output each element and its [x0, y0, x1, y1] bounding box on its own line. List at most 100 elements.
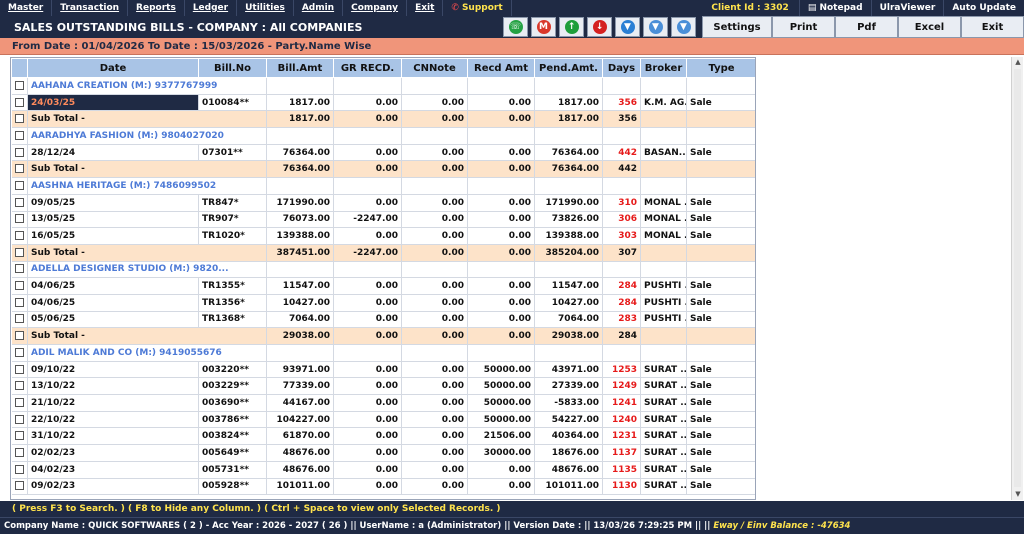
row-checkbox[interactable] — [14, 164, 24, 174]
row-checkbox[interactable] — [14, 447, 24, 457]
column-header[interactable]: GR RECD. — [333, 58, 402, 78]
row-checkbox[interactable] — [14, 180, 24, 190]
row-checkbox[interactable] — [14, 264, 24, 274]
bill-date[interactable]: 09/02/23 — [27, 478, 199, 496]
column-header[interactable]: Date — [27, 58, 199, 78]
party-row[interactable]: ADIL MALIK AND CO (M:) 9419055676 — [11, 344, 755, 362]
bill-date[interactable]: 04/06/25 — [27, 294, 199, 312]
bill-date[interactable]: 09/05/25 — [27, 194, 199, 212]
scroll-down-icon[interactable]: ▼ — [1012, 489, 1024, 500]
row-checkbox[interactable] — [14, 397, 24, 407]
row-checkbox[interactable] — [14, 414, 24, 424]
table-row[interactable]: 16/05/25 TR1020* 139388.00 0.00 0.00 0.00 1393… — [11, 227, 755, 245]
table-row[interactable]: 31/10/22 003824** 61870.00 0.00 0.00 21506.00… — [11, 427, 755, 446]
menu-company[interactable]: Company — [343, 0, 408, 16]
bill-date[interactable]: 21/10/22 — [27, 394, 199, 412]
table-row[interactable]: 28/12/24 07301** 76364.00 0.00 0.00 0.00 76364… — [11, 144, 755, 162]
row-checkbox[interactable] — [14, 231, 24, 241]
row-checkbox[interactable] — [14, 281, 24, 291]
table-row[interactable]: 04/06/25 TR1356* 10427.00 0.00 0.00 0.00 10427… — [11, 294, 755, 312]
exit-button[interactable]: Exit — [961, 16, 1024, 38]
column-header[interactable]: Bill.No — [198, 58, 267, 78]
filter-add-button[interactable]: ▼ — [643, 17, 668, 37]
column-header[interactable]: Bill.Amt — [266, 58, 334, 78]
menu-transaction[interactable]: Transaction — [52, 0, 129, 16]
row-checkbox[interactable] — [14, 247, 24, 257]
bill-date[interactable]: 04/06/25 — [27, 277, 199, 295]
column-header[interactable]: Days — [602, 58, 641, 78]
party-row[interactable]: AAHANA CREATION (M:) 9377767999 — [11, 77, 755, 95]
table-row[interactable]: 21/10/22 003690** 44167.00 0.00 0.00 50000.00… — [11, 394, 755, 412]
table-row[interactable]: 05/06/25 TR1368* 7064.00 0.00 0.00 0.00 7064.0… — [11, 311, 755, 329]
table-row[interactable]: 09/10/22 003220** 93971.00 0.00 0.00 50000.00… — [11, 361, 755, 379]
menu-notepad[interactable]: ▤ Notepad — [800, 0, 872, 16]
bill-date[interactable]: 31/10/22 — [27, 427, 199, 446]
gmail-button[interactable]: M — [531, 17, 556, 37]
menu-master[interactable]: Master — [0, 0, 53, 16]
print-button[interactable]: Print — [772, 16, 835, 38]
bill-date[interactable]: 05/06/25 — [27, 311, 199, 329]
filter-button[interactable]: ▼ — [615, 17, 640, 37]
table-row[interactable]: 02/02/23 005649** 48676.00 0.00 0.00 30000.00… — [11, 444, 755, 462]
column-header[interactable]: Broker — [640, 58, 687, 78]
menu-ledger[interactable]: Ledger — [185, 0, 238, 16]
row-checkbox[interactable] — [14, 331, 24, 341]
bill-date[interactable]: 24/03/25 — [27, 94, 199, 112]
bills-grid[interactable]: Date Bill.No Bill.Amt GR RECD. CNNote Recd Am… — [10, 57, 756, 500]
party-row[interactable]: AARADHYA FASHION (M:) 9804027020 — [11, 127, 755, 145]
party-row[interactable]: AASHNA HERITAGE (M:) 7486099502 — [11, 177, 755, 195]
row-checkbox[interactable] — [14, 214, 24, 224]
row-checkbox[interactable] — [14, 97, 24, 107]
column-header[interactable] — [11, 58, 28, 78]
filter-remove-button[interactable]: ▼ — [671, 17, 696, 37]
row-checkbox[interactable] — [14, 130, 24, 140]
bill-date[interactable]: 13/10/22 — [27, 377, 199, 396]
row-checkbox[interactable] — [14, 114, 24, 124]
column-header[interactable]: Pend.Amt. — [534, 58, 603, 78]
row-checkbox[interactable] — [14, 314, 24, 324]
menu-support[interactable]: ✆ Support — [443, 0, 512, 16]
bill-date[interactable]: 13/05/25 — [27, 211, 199, 229]
menu-reports[interactable]: Reports — [128, 0, 185, 16]
arrow-up-button[interactable]: ↑ — [559, 17, 584, 37]
subtotal-row[interactable]: Sub Total -387451.00 -2247.00 0.00 0.00 3852… — [11, 244, 755, 262]
bill-date[interactable]: 16/05/25 — [27, 227, 199, 245]
table-row[interactable]: 09/05/25 TR847* 171990.00 0.00 0.00 0.00 17199… — [11, 194, 755, 212]
menu-exit[interactable]: Exit — [407, 0, 444, 16]
row-checkbox[interactable] — [14, 297, 24, 307]
menu-utilities[interactable]: Utilities — [237, 0, 294, 16]
row-checkbox[interactable] — [14, 197, 24, 207]
row-checkbox[interactable] — [14, 464, 24, 474]
whatsapp-button[interactable]: ☏ — [503, 17, 528, 37]
row-checkbox[interactable] — [14, 381, 24, 391]
menu-auto-update[interactable]: Auto Update — [944, 0, 1024, 16]
row-checkbox[interactable] — [14, 347, 24, 357]
bill-date[interactable]: 02/02/23 — [27, 444, 199, 462]
row-checkbox[interactable] — [14, 80, 24, 90]
settings-button[interactable]: Settings — [702, 16, 772, 38]
menu-ultraviewer[interactable]: UlraViewer — [872, 0, 945, 16]
column-header[interactable]: CNNote — [401, 58, 468, 78]
row-checkbox[interactable] — [14, 431, 24, 441]
bill-date[interactable]: 09/10/22 — [27, 361, 199, 379]
menu-admin[interactable]: Admin — [294, 0, 344, 16]
party-row[interactable]: ADELLA DESIGNER STUDIO (M:) 9820... — [11, 261, 755, 279]
table-row[interactable]: 24/03/25 010084** 1817.00 0.00 0.00 0.00 1817.… — [11, 94, 755, 112]
table-row[interactable]: 13/10/22 003229** 77339.00 0.00 0.00 50000.00… — [11, 377, 755, 396]
vertical-scrollbar[interactable]: ▲ ▼ — [1011, 57, 1023, 500]
subtotal-row[interactable]: Sub Total -76364.00 0.00 0.00 0.00 76364.00 4… — [11, 160, 755, 179]
pdf-button[interactable]: Pdf — [835, 16, 898, 38]
table-row[interactable]: 22/10/22 003786** 104227.00 0.00 0.00 50000.0… — [11, 411, 755, 429]
arrow-down-button[interactable]: ↓ — [587, 17, 612, 37]
bill-date[interactable]: 28/12/24 — [27, 144, 199, 162]
table-row[interactable]: 13/05/25 TR907* 76073.00 -2247.00 0.00 0.00 73… — [11, 211, 755, 229]
column-header[interactable]: Type — [686, 58, 755, 78]
table-row[interactable]: 04/06/25 TR1355* 11547.00 0.00 0.00 0.00 11547… — [11, 277, 755, 295]
scroll-thumb[interactable] — [1014, 69, 1021, 487]
column-header[interactable]: Recd Amt — [467, 58, 535, 78]
subtotal-row[interactable]: Sub Total -1817.00 0.00 0.00 0.00 1817.00 356 — [11, 110, 755, 129]
scroll-up-icon[interactable]: ▲ — [1012, 57, 1024, 68]
excel-button[interactable]: Excel — [898, 16, 961, 38]
table-row[interactable]: 09/02/23 005928** 101011.00 0.00 0.00 0.00 101… — [11, 478, 755, 496]
row-checkbox[interactable] — [14, 481, 24, 491]
